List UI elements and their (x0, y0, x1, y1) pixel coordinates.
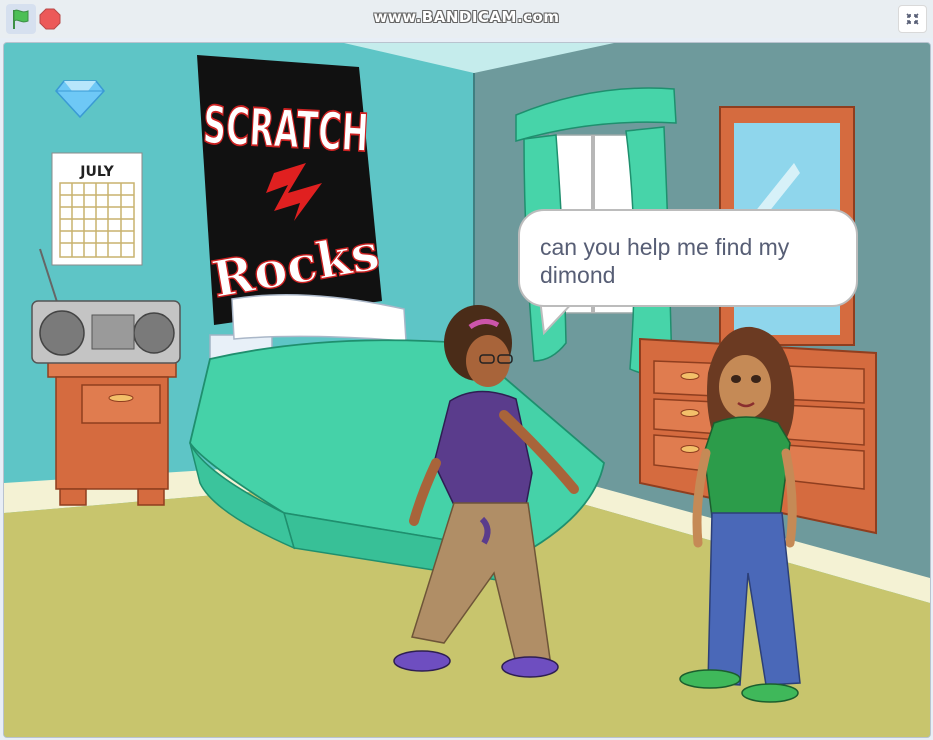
calendar-month-label: JULY (79, 164, 114, 180)
calendar: JULY (51, 152, 143, 266)
stage[interactable]: JULY SCRATCH Rocks can you help me find … (3, 42, 931, 738)
exit-fullscreen-icon (906, 13, 919, 25)
exit-fullscreen-button[interactable] (898, 5, 927, 33)
speech-bubble: can you help me find my dimond (518, 209, 858, 307)
nightstand (47, 358, 177, 506)
bandicam-watermark: www.BANDICAM.com (373, 8, 560, 26)
scratch-rocks-poster: SCRATCH Rocks (197, 55, 384, 325)
poster-title: SCRATCH (202, 96, 370, 165)
stage-toolbar: www.BANDICAM.com (0, 0, 933, 38)
bedroom-backdrop: JULY SCRATCH Rocks (4, 43, 930, 737)
